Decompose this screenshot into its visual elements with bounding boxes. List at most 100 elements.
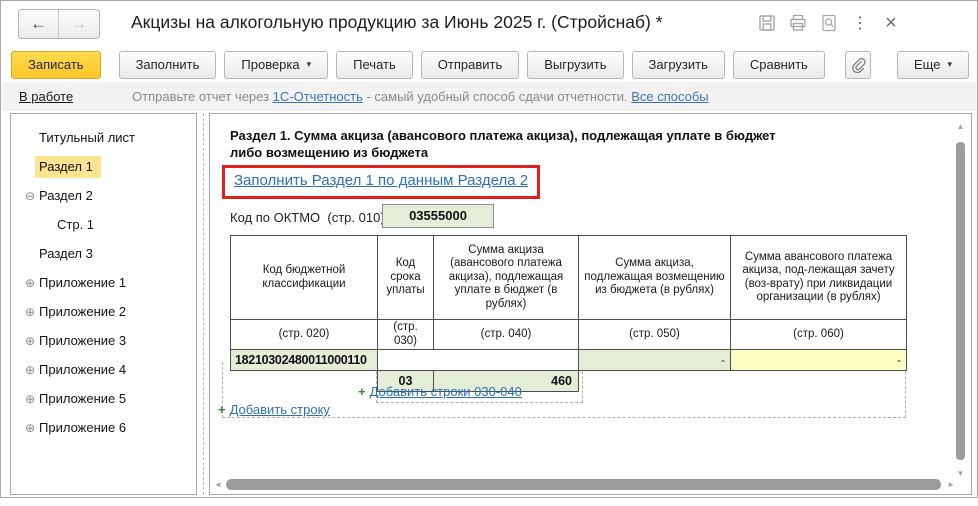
sidebar-item-label: Раздел 3 — [39, 245, 93, 261]
col-header-kbk: Код бюджетной классификации — [230, 235, 378, 320]
import-button-label: Загрузить — [648, 57, 708, 72]
page-title: Акцизы на алкогольную продукцию за Июнь … — [131, 12, 663, 32]
empty-cell — [579, 371, 731, 392]
check-button-label: Проверка — [241, 57, 300, 72]
scroll-down-icon[interactable]: ▼ — [955, 469, 966, 478]
vertical-scroll-thumb[interactable] — [956, 142, 965, 460]
col-header-payable: Сумма акциза (авансового платежа акциза)… — [433, 235, 579, 320]
sidebar-item-section3[interactable]: Раздел 3 — [11, 239, 196, 268]
sidebar-item-label: Приложение 6 — [39, 419, 127, 435]
sidebar-item-section2[interactable]: ⊖ Раздел 2 — [11, 181, 196, 210]
close-icon[interactable]: × — [880, 12, 902, 34]
panel-splitter[interactable] — [203, 113, 204, 495]
sidebar-item-label-selected: Раздел 1 — [35, 155, 101, 178]
empty-cell — [231, 371, 378, 392]
refund-cell[interactable]: - — [578, 349, 731, 371]
forward-button[interactable]: → — [59, 10, 99, 38]
col-subheader: (стр. 060) — [730, 319, 907, 350]
sidebar-item-appendix4[interactable]: ⊕ Приложение 4 — [11, 355, 196, 384]
back-button[interactable]: ← — [19, 10, 59, 38]
oktmo-field[interactable]: 03555000 — [382, 204, 494, 228]
sections-tree: Титульный лист Раздел 1 ⊖ Раздел 2 Стр. … — [10, 113, 197, 495]
empty-cell — [731, 371, 907, 392]
sidebar-item-label: Приложение 1 — [39, 274, 127, 290]
sidebar-item-label: Стр. 1 — [57, 216, 95, 232]
more-button[interactable]: Еще ▾ — [897, 50, 969, 79]
section1-table: Код бюджетной классификации Код срока уп… — [230, 235, 907, 392]
add-row-link[interactable]: Добавить строку — [230, 402, 330, 417]
preview-icon[interactable] — [818, 12, 840, 34]
scroll-right-icon[interactable]: ► — [947, 480, 955, 489]
add-row: + Добавить строку — [218, 402, 330, 417]
sidebar-item-label: Приложение 4 — [39, 361, 127, 377]
sidebar-item-appendix3[interactable]: ⊕ Приложение 3 — [11, 326, 196, 355]
col-subheader: (стр. 020) — [230, 319, 378, 350]
col-header-offset: Сумма авансового платежа акциза, под-леж… — [730, 235, 907, 320]
export-button[interactable]: Выгрузить — [527, 50, 624, 79]
title-bar: ← → Акцизы на алкогольную продукцию за И… — [1, 1, 977, 47]
service-link[interactable]: 1С-Отчетность — [273, 89, 363, 104]
sidebar-item-appendix6[interactable]: ⊕ Приложение 6 — [11, 413, 196, 442]
send-button-label: Отправить — [437, 57, 503, 72]
sidebar-item-section1[interactable]: Раздел 1 — [11, 152, 196, 181]
report-state-link[interactable]: В работе — [19, 89, 73, 104]
col-subheader: (стр. 040) — [433, 319, 579, 350]
fill-button[interactable]: Заполнить — [118, 50, 217, 79]
sidebar-item-title-page[interactable]: Титульный лист — [11, 123, 196, 152]
oktmo-label: Код по ОКТМО (стр. 010) — [230, 210, 385, 225]
fill-section1-link[interactable]: Заполнить Раздел 1 по данным Раздела 2 — [234, 172, 528, 189]
highlight-red-box: Заполнить Раздел 1 по данным Раздела 2 — [222, 165, 541, 199]
chevron-down-icon: ▾ — [306, 59, 312, 69]
close-glyph: × — [885, 12, 897, 34]
forward-arrow-icon: → — [70, 14, 88, 33]
sidebar-item-label: Приложение 3 — [39, 332, 127, 348]
add-rows-link[interactable]: Добавить строки 030-040 — [370, 384, 522, 399]
kbk-cell[interactable]: 18210302480011000110 — [230, 349, 378, 371]
kebab-glyph: ⋮ — [852, 15, 868, 32]
term-payable-group-cell — [377, 349, 579, 371]
table-row: 18210302480011000110 - - — [230, 349, 907, 371]
horizontal-scroll-thumb[interactable] — [226, 479, 941, 490]
more-button-label: Еще — [914, 57, 941, 72]
sidebar-item-appendix5[interactable]: ⊕ Приложение 5 — [11, 384, 196, 413]
save-button[interactable]: Записать — [11, 50, 101, 79]
plus-icon: + — [218, 402, 226, 417]
fill-button-label: Заполнить — [135, 57, 200, 72]
print-icon[interactable] — [787, 12, 809, 34]
vertical-scrollbar[interactable]: ▲ ▼ — [955, 122, 966, 478]
import-button[interactable]: Загрузить — [631, 50, 725, 79]
status-text: - самый удобный способ сдачи отчетности. — [362, 89, 632, 104]
section-heading-line2: либо возмещению из бюджета — [230, 145, 429, 160]
col-subheader: (стр. 030) — [377, 319, 434, 350]
plus-icon: + — [358, 384, 366, 399]
status-message: Отправьте отчет через 1С-Отчетность - са… — [132, 89, 709, 104]
send-button[interactable]: Отправить — [420, 50, 520, 79]
status-text: Отправьте отчет через — [132, 89, 273, 104]
col-header-refund: Сумма акциза, подлежащая возмещению из б… — [578, 235, 731, 320]
col-header-term: Код срока уплаты — [377, 235, 434, 320]
col-subheader: (стр. 050) — [578, 319, 731, 350]
sidebar-item-appendix1[interactable]: ⊕ Приложение 1 — [11, 268, 196, 297]
all-methods-link[interactable]: Все способы — [631, 89, 708, 104]
save-icon[interactable] — [756, 12, 778, 34]
horizontal-scrollbar[interactable]: ◄ ► — [214, 479, 955, 491]
sidebar-item-label: Приложение 5 — [39, 390, 127, 406]
check-button[interactable]: Проверка ▾ — [224, 50, 329, 79]
sidebar-item-section2-page1[interactable]: Стр. 1 — [11, 210, 196, 239]
toolbar: Записать Заполнить Проверка ▾ Печать Отпр… — [1, 48, 977, 81]
nav-history-group: ← → — [18, 9, 100, 39]
offset-cell[interactable]: - — [730, 349, 907, 371]
table-subrow: 03 460 — [231, 370, 907, 392]
sidebar-item-appendix2[interactable]: ⊕ Приложение 2 — [11, 297, 196, 326]
chevron-down-icon: ▾ — [947, 59, 952, 69]
print-button[interactable]: Печать — [336, 50, 413, 79]
more-menu-icon[interactable]: ⋮ — [849, 12, 871, 34]
attachments-button[interactable] — [844, 50, 872, 79]
status-bar: В работе Отправьте отчет через 1С-Отчетн… — [2, 82, 976, 111]
section1-panel: Раздел 1. Сумма акциза (авансового плате… — [209, 113, 972, 495]
compare-button[interactable]: Сравнить — [732, 50, 825, 79]
scroll-up-icon[interactable]: ▲ — [955, 122, 966, 131]
section-heading: Раздел 1. Сумма акциза (авансового плате… — [230, 127, 776, 161]
sidebar-item-label: Приложение 2 — [39, 303, 127, 319]
scroll-left-icon[interactable]: ◄ — [214, 480, 222, 489]
